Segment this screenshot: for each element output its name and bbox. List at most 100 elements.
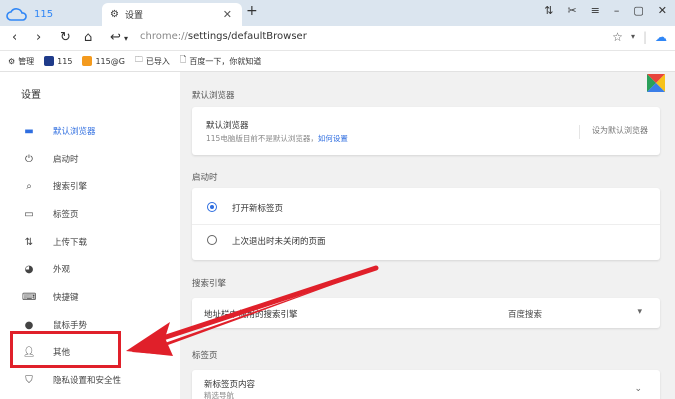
page-icon: 🗋 (179, 55, 187, 64)
sidebar-item-label: 上传下载 (53, 238, 88, 248)
chevron-down-icon[interactable]: ⌄ (634, 384, 642, 394)
chevron-down-icon[interactable]: ▾ (637, 307, 642, 317)
orange-square-icon (82, 56, 93, 66)
palette-icon: ◕ (24, 263, 34, 275)
search-engine-label: 地址栏中使用的搜索引擎 (204, 310, 298, 320)
sidebar-item-appearance[interactable]: ◕ 外观 (0, 259, 180, 279)
tab-icon: ▭ (24, 208, 34, 220)
undo-icon[interactable]: ↩ (110, 30, 121, 45)
browser-icon: ▬ (24, 125, 34, 137)
back-icon[interactable]: ‹ (12, 30, 17, 45)
scissors-icon[interactable]: ✂ (567, 4, 576, 17)
sidebar-item-default-browser[interactable]: ▬ 默认浏览器 (0, 121, 180, 141)
115-square-icon (44, 56, 55, 66)
shield-icon: ⛉ (25, 374, 33, 386)
star-icon[interactable]: ☆ (612, 30, 623, 44)
settings-main: 默认浏览器 默认浏览器 115电脑版目前不是默认浏览器，如何设置 设为默认浏览器… (180, 72, 675, 399)
sidebar-item-downloads[interactable]: ⇅ 上传下载 (0, 232, 180, 252)
cloud-icon (6, 7, 27, 21)
new-tab-content-value: 精选导航 (204, 391, 234, 399)
sidebar-item-search[interactable]: ⌕ 搜索引擎 (0, 176, 180, 196)
chrome-logo-icon (647, 74, 665, 92)
gear-icon: ⚙ (110, 9, 119, 20)
sidebar-item-label: 启动时 (53, 155, 79, 165)
default-browser-card: 默认浏览器 115电脑版目前不是默认浏览器，如何设置 设为默认浏览器 (192, 107, 660, 155)
updown-icon: ⇅ (24, 236, 34, 248)
tab-settings[interactable]: ⚙ 设置 ✕ (102, 3, 242, 26)
bookmark-baidu[interactable]: 🗋 百度一下，你就知道 (180, 54, 261, 68)
folder-icon: 🗀 (134, 55, 143, 64)
power-icon: ⏻ (25, 153, 33, 165)
bookmark-label: 115 (57, 56, 73, 66)
new-tab-card: 新标签页内容 精选导航 ⌄ (192, 370, 660, 399)
startup-card: 打开新标签页 上次退出时未关闭的页面 (192, 188, 660, 260)
maximize-icon[interactable]: ▢ (633, 4, 643, 17)
close-window-icon[interactable]: ✕ (658, 4, 667, 17)
close-icon[interactable]: ✕ (223, 8, 232, 21)
address-bar[interactable]: chrome://settings/defaultBrowser (140, 31, 307, 42)
tab-115[interactable]: 115 (6, 3, 102, 26)
keyboard-icon: ⌨ (22, 291, 37, 303)
default-browser-desc: 115电脑版目前不是默认浏览器，如何设置 (206, 133, 348, 144)
toolbar: ‹ › ↻ ⌂ ↩ ▾ chrome://settings/defaultBro… (0, 26, 675, 51)
sidebar-item-label: 快捷键 (53, 293, 79, 303)
set-default-button[interactable]: 设为默认浏览器 (579, 125, 648, 139)
sidebar-item-label: 搜索引擎 (53, 182, 88, 192)
new-tab-content-label: 新标签页内容 (204, 380, 256, 390)
section-title-search: 搜索引擎 (192, 279, 227, 289)
section-title-startup: 启动时 (192, 173, 218, 183)
search-icon: ⌕ (26, 180, 32, 192)
url-path: settings/defaultBrowser (187, 31, 307, 42)
section-title-tabs: 标签页 (192, 351, 218, 361)
sidebar-item-label: 默认浏览器 (53, 127, 96, 137)
chevron-down-icon[interactable]: ▾ (631, 32, 635, 44)
radio-new-tab[interactable] (207, 202, 217, 212)
search-engine-card: 地址栏中使用的搜索引擎 百度搜索 ▾ (192, 298, 660, 328)
how-to-set-link[interactable]: 如何设置 (318, 134, 348, 143)
divider: | (642, 30, 647, 44)
bookmark-115[interactable]: 115 (44, 56, 72, 66)
tab-settings-label: 设置 (124, 11, 143, 21)
divider (192, 224, 660, 225)
default-browser-desc-text: 115电脑版目前不是默认浏览器， (206, 134, 318, 143)
sidebar-item-privacy[interactable]: ⛉ 隐私设置和安全性 (0, 370, 180, 390)
tab-strip: 115 ⚙ 设置 ✕ + ⇅ ✂ ≡ – ▢ ✕ (0, 0, 675, 26)
bookmark-imported[interactable]: 🗀 已导入 (135, 54, 170, 68)
mouse-icon: ● (24, 319, 34, 331)
annotation-highlight-box (10, 331, 121, 368)
bookmark-label: 115@G (95, 56, 125, 66)
sidebar-item-startup[interactable]: ⏻ 启动时 (0, 149, 180, 169)
section-title-default-browser: 默认浏览器 (192, 91, 235, 101)
sidebar-item-tabs[interactable]: ▭ 标签页 (0, 204, 180, 224)
home-icon[interactable]: ⌂ (84, 30, 92, 45)
bookmark-label: 管理 (18, 56, 35, 66)
new-tab-plus-icon[interactable]: + (246, 3, 258, 19)
browser-window: 115 ⚙ 设置 ✕ + ⇅ ✂ ≡ – ▢ ✕ ‹ › ↻ ⌂ ↩ ▾ chr… (0, 0, 675, 399)
reload-icon[interactable]: ↻ (60, 30, 71, 45)
gear-icon: ⚙ (8, 56, 16, 66)
minimize-icon[interactable]: – (614, 4, 620, 17)
bookmark-label: 百度一下，你就知道 (189, 56, 262, 66)
cloud-icon[interactable]: ☁ (655, 30, 667, 44)
updown-icon[interactable]: ⇅ (544, 4, 553, 17)
bookmark-label: 已导入 (145, 56, 170, 66)
default-browser-label: 默认浏览器 (206, 121, 249, 131)
search-engine-select[interactable]: 百度搜索 (508, 308, 542, 320)
sidebar-title: 设置 (21, 90, 41, 101)
forward-icon[interactable]: › (36, 30, 41, 45)
tab-115-label: 115 (34, 9, 54, 20)
sidebar-item-shortcuts[interactable]: ⌨ 快捷键 (0, 287, 180, 307)
radio-restore-pages[interactable] (207, 235, 217, 245)
chevron-down-icon[interactable]: ▾ (124, 34, 128, 43)
radio-restore-pages-label: 上次退出时未关闭的页面 (232, 237, 326, 247)
menu-icon[interactable]: ≡ (591, 4, 600, 17)
bookmark-manage[interactable]: ⚙ 管理 (8, 56, 34, 67)
bookmarks-bar: ⚙ 管理 115 115@G 🗀 已导入 🗋 百度一下，你就知道 (0, 51, 675, 72)
url-scheme: chrome:// (140, 31, 188, 42)
radio-new-tab-label: 打开新标签页 (232, 204, 284, 214)
sidebar-item-label: 鼠标手势 (53, 321, 88, 331)
bookmark-115g[interactable]: 115@G (82, 56, 125, 66)
sidebar-item-label: 外观 (53, 265, 71, 275)
sidebar-item-label: 隐私设置和安全性 (53, 376, 122, 386)
sidebar-item-label: 标签页 (53, 210, 79, 220)
